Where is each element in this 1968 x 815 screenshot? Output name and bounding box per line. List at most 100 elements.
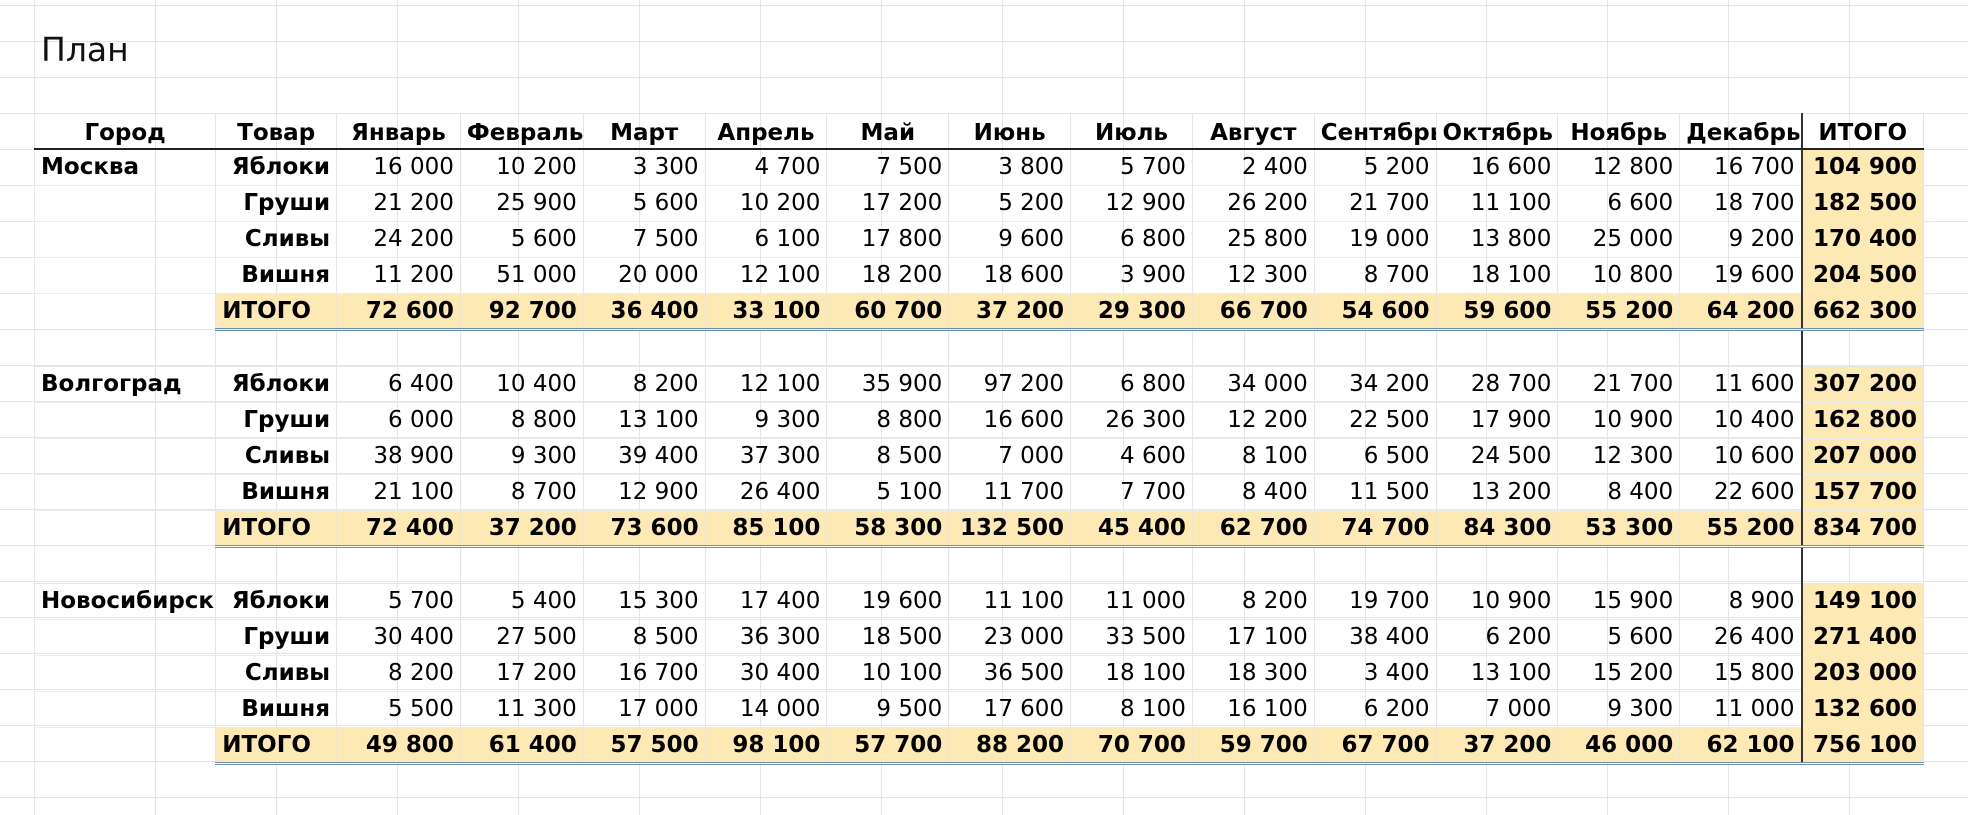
cell-value[interactable]: 10 400 <box>459 366 584 403</box>
header-product[interactable]: Товар <box>215 113 338 150</box>
month-total[interactable]: 62 700 <box>1191 510 1315 548</box>
cell-value[interactable]: 11 700 <box>948 474 1072 511</box>
cell-value[interactable]: 8 200 <box>336 655 461 692</box>
month-total[interactable]: 132 500 <box>948 510 1072 548</box>
cell-value[interactable]: 15 900 <box>1557 583 1681 620</box>
cell-value[interactable]: 18 100 <box>1070 655 1193 692</box>
cell-empty[interactable] <box>582 546 706 584</box>
product-name[interactable]: Вишня <box>215 474 338 511</box>
cell-empty[interactable] <box>459 546 584 584</box>
header-city[interactable]: Город <box>33 113 217 150</box>
month-total[interactable]: 84 300 <box>1435 510 1559 548</box>
cell-value[interactable]: 10 900 <box>1557 402 1681 439</box>
cell-empty[interactable] <box>1435 329 1559 367</box>
cell-value[interactable]: 9 300 <box>459 438 584 475</box>
cell-value[interactable]: 26 400 <box>704 474 828 511</box>
cell-value[interactable]: 6 200 <box>1435 619 1559 656</box>
cell-value[interactable]: 12 100 <box>704 366 828 403</box>
cell-empty[interactable] <box>704 546 828 584</box>
cell-empty[interactable] <box>336 546 461 584</box>
month-total[interactable]: 45 400 <box>1070 510 1193 548</box>
cell-value[interactable]: 9 200 <box>1679 221 1803 258</box>
cell-value[interactable]: 18 500 <box>826 619 950 656</box>
cell-value[interactable]: 25 900 <box>459 185 584 222</box>
cell-empty[interactable] <box>33 438 217 475</box>
cell-value[interactable]: 10 200 <box>704 185 828 222</box>
cell-value[interactable]: 8 700 <box>1313 257 1437 294</box>
cell-value[interactable]: 21 700 <box>1557 366 1681 403</box>
cell-value[interactable]: 11 000 <box>1070 583 1193 620</box>
row-total[interactable]: 162 800 <box>1800 402 1924 439</box>
cell-value[interactable]: 18 100 <box>1435 257 1559 294</box>
cell-empty[interactable] <box>1800 546 1924 584</box>
cell-value[interactable]: 3 300 <box>582 149 706 186</box>
grand-total[interactable]: 662 300 <box>1800 293 1924 331</box>
cell-empty[interactable] <box>33 727 217 763</box>
month-total[interactable]: 37 200 <box>1435 727 1559 765</box>
city-name[interactable]: Волгоград <box>33 366 217 403</box>
month-total[interactable]: 67 700 <box>1313 727 1437 765</box>
month-total[interactable]: 74 700 <box>1313 510 1437 548</box>
cell-value[interactable]: 39 400 <box>582 438 706 475</box>
cell-value[interactable]: 21 200 <box>336 185 461 222</box>
cell-value[interactable]: 15 800 <box>1679 655 1803 692</box>
cell-value[interactable]: 51 000 <box>459 257 584 294</box>
cell-empty[interactable] <box>948 329 1072 367</box>
cell-value[interactable]: 34 200 <box>1313 366 1437 403</box>
cell-value[interactable]: 38 400 <box>1313 619 1437 656</box>
cell-value[interactable]: 16 700 <box>1679 149 1803 186</box>
cell-value[interactable]: 12 300 <box>1557 438 1681 475</box>
cell-value[interactable]: 21 100 <box>336 474 461 511</box>
month-total[interactable]: 66 700 <box>1191 293 1315 331</box>
totals-label[interactable]: ИТОГО <box>215 293 338 331</box>
header-month[interactable]: Декабрь <box>1679 113 1803 150</box>
header-month[interactable]: Май <box>826 113 950 150</box>
cell-value[interactable]: 16 600 <box>948 402 1072 439</box>
cell-empty[interactable] <box>33 655 217 692</box>
month-total[interactable]: 55 200 <box>1679 510 1803 548</box>
month-total[interactable]: 37 200 <box>948 293 1072 331</box>
header-month[interactable]: Сентябрь <box>1313 113 1437 150</box>
cell-value[interactable]: 19 600 <box>1679 257 1803 294</box>
cell-empty[interactable] <box>826 546 950 584</box>
header-month[interactable]: Июль <box>1070 113 1193 150</box>
cell-empty[interactable] <box>33 221 217 258</box>
sheet-title[interactable]: План <box>41 30 129 69</box>
cell-value[interactable]: 17 400 <box>704 583 828 620</box>
cell-value[interactable]: 21 700 <box>1313 185 1437 222</box>
cell-value[interactable]: 9 600 <box>948 221 1072 258</box>
cell-value[interactable]: 8 100 <box>1191 438 1315 475</box>
cell-value[interactable]: 6 600 <box>1557 185 1681 222</box>
row-total[interactable]: 271 400 <box>1800 619 1924 656</box>
cell-value[interactable]: 26 200 <box>1191 185 1315 222</box>
cell-value[interactable]: 38 900 <box>336 438 461 475</box>
cell-value[interactable]: 6 000 <box>336 402 461 439</box>
row-total[interactable]: 157 700 <box>1800 474 1924 511</box>
cell-value[interactable]: 17 900 <box>1435 402 1559 439</box>
cell-value[interactable]: 26 400 <box>1679 619 1803 656</box>
cell-value[interactable]: 8 200 <box>1191 583 1315 620</box>
cell-value[interactable]: 10 400 <box>1679 402 1803 439</box>
month-total[interactable]: 98 100 <box>704 727 828 765</box>
cell-value[interactable]: 30 400 <box>336 619 461 656</box>
cell-empty[interactable] <box>1435 546 1559 584</box>
month-total[interactable]: 33 100 <box>704 293 828 331</box>
product-name[interactable]: Яблоки <box>215 366 338 403</box>
cell-value[interactable]: 12 900 <box>1070 185 1193 222</box>
cell-empty[interactable] <box>1679 546 1803 584</box>
cell-empty[interactable] <box>33 474 217 511</box>
month-total[interactable]: 57 700 <box>826 727 950 765</box>
cell-value[interactable]: 4 600 <box>1070 438 1193 475</box>
cell-value[interactable]: 18 200 <box>826 257 950 294</box>
cell-empty[interactable] <box>1313 546 1437 584</box>
cell-value[interactable]: 20 000 <box>582 257 706 294</box>
cell-value[interactable]: 12 100 <box>704 257 828 294</box>
cell-empty[interactable] <box>33 257 217 294</box>
cell-empty[interactable] <box>1313 329 1437 367</box>
month-total[interactable]: 59 600 <box>1435 293 1559 331</box>
cell-value[interactable]: 13 100 <box>1435 655 1559 692</box>
row-total[interactable]: 149 100 <box>1800 583 1924 620</box>
cell-value[interactable]: 8 500 <box>582 619 706 656</box>
cell-empty[interactable] <box>33 293 217 329</box>
cell-value[interactable]: 17 100 <box>1191 619 1315 656</box>
